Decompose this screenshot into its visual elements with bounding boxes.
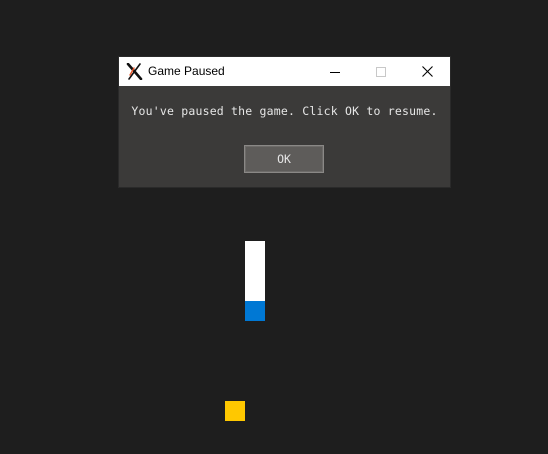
maximize-icon: [376, 66, 386, 77]
minimize-button[interactable]: [312, 57, 358, 86]
dialog-titlebar[interactable]: Game Paused: [119, 57, 450, 86]
close-button[interactable]: [404, 57, 450, 86]
minimize-icon: [330, 67, 340, 77]
dialog-message: You've paused the game. Click OK to resu…: [131, 104, 438, 118]
snake-body: [245, 241, 265, 301]
maximize-button[interactable]: [358, 57, 404, 86]
snake: [245, 241, 265, 321]
close-icon: [421, 66, 433, 77]
food-pellet: [225, 401, 245, 421]
snake-head: [245, 301, 265, 321]
x-logo-icon: [126, 62, 143, 81]
ok-button[interactable]: OK: [244, 145, 324, 173]
pause-dialog: Game Paused You've paused the game. Clic…: [119, 57, 450, 187]
dialog-title: Game Paused: [148, 64, 225, 78]
